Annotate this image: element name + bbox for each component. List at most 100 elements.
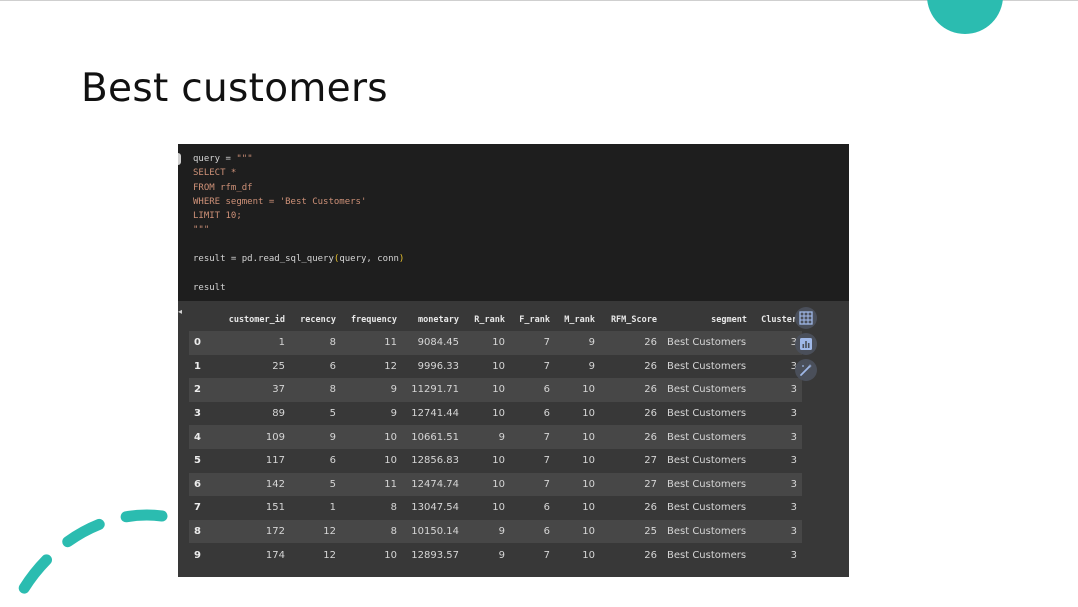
cell-f-rank: 7	[510, 425, 555, 449]
cell-r-rank: 9	[464, 543, 510, 567]
row-index: 8	[189, 519, 213, 544]
column-header[interactable]: F_rank	[510, 309, 555, 331]
cell-run-indicator	[178, 153, 181, 165]
cell-m-rank: 10	[555, 472, 600, 497]
table-view-button[interactable]	[795, 307, 817, 329]
table-row: 1 25 6 12 9996.33 10 7 9 26 Best Custome…	[189, 354, 802, 379]
cell-frequency: 8	[341, 496, 402, 520]
cell-monetary: 11291.71	[402, 378, 464, 402]
cell-m-rank: 10	[555, 401, 600, 426]
cell-customer-id: 1	[213, 331, 290, 355]
table-row: 3 89 5 9 12741.44 10 6 10 26 Best Custom…	[189, 401, 802, 426]
cell-monetary: 10150.14	[402, 519, 464, 544]
cell-rfm-score: 26	[600, 496, 662, 520]
cell-f-rank: 7	[510, 331, 555, 355]
decorative-dashed-arc	[8, 509, 168, 607]
table-row: 8 172 12 8 10150.14 9 6 10 25 Best Custo…	[189, 519, 802, 544]
code-line: """	[193, 225, 210, 236]
cell-segment: Best Customers	[662, 378, 752, 402]
cell-segment: Best Customers	[662, 425, 752, 449]
code-cell[interactable]: query = """ SELECT * FROM rfm_df WHERE s…	[178, 144, 849, 301]
cell-frequency: 10	[341, 425, 402, 449]
cell-customer-id: 172	[213, 519, 290, 544]
cell-monetary: 9996.33	[402, 354, 464, 379]
cell-cluster: 3	[752, 401, 802, 426]
cell-f-rank: 6	[510, 496, 555, 520]
cell-r-rank: 9	[464, 425, 510, 449]
code-token: query, conn	[339, 254, 399, 265]
cell-segment: Best Customers	[662, 543, 752, 567]
chart-suggest-icon	[800, 338, 812, 350]
cell-f-rank: 6	[510, 401, 555, 426]
cell-m-rank: 9	[555, 331, 600, 355]
code-editor[interactable]: query = """ SELECT * FROM rfm_df WHERE s…	[193, 152, 404, 295]
row-index: 7	[189, 496, 213, 520]
row-index: 5	[189, 448, 213, 473]
output-collapse-icon[interactable]: ◂	[178, 307, 182, 316]
cell-rfm-score: 26	[600, 354, 662, 379]
cell-frequency: 11	[341, 331, 402, 355]
column-header[interactable]: RFM_Score	[600, 309, 662, 331]
cell-f-rank: 6	[510, 519, 555, 544]
cell-customer-id: 174	[213, 543, 290, 567]
cell-rfm-score: 26	[600, 331, 662, 355]
column-header[interactable]: R_rank	[464, 309, 510, 331]
column-header[interactable]: customer_id	[213, 309, 290, 331]
column-header[interactable]: frequency	[341, 309, 402, 331]
decorative-teal-circle	[927, 0, 1003, 34]
index-header	[189, 309, 213, 331]
cell-frequency: 9	[341, 378, 402, 402]
column-header[interactable]: monetary	[402, 309, 464, 331]
cell-cluster: 3	[752, 543, 802, 567]
table-row: 9 174 12 10 12893.57 9 7 10 26 Best Cust…	[189, 543, 802, 567]
cell-r-rank: 10	[464, 354, 510, 379]
row-index: 4	[189, 425, 213, 449]
cell-recency: 9	[290, 425, 341, 449]
magic-wand-button[interactable]	[795, 359, 817, 381]
cell-m-rank: 10	[555, 543, 600, 567]
cell-segment: Best Customers	[662, 496, 752, 520]
cell-frequency: 10	[341, 448, 402, 473]
cell-frequency: 9	[341, 401, 402, 426]
cell-segment: Best Customers	[662, 519, 752, 544]
cell-r-rank: 10	[464, 448, 510, 473]
magic-wand-icon	[800, 364, 812, 376]
cell-m-rank: 9	[555, 354, 600, 379]
cell-m-rank: 10	[555, 378, 600, 402]
code-line: WHERE segment = 'Best Customers'	[193, 196, 367, 207]
slide-title: Best customers	[81, 66, 388, 111]
cell-output: ◂ customer_id recency frequency monetary…	[178, 301, 849, 577]
cell-r-rank: 10	[464, 378, 510, 402]
chart-suggest-button[interactable]	[795, 333, 817, 355]
cell-segment: Best Customers	[662, 354, 752, 379]
cell-monetary: 9084.45	[402, 331, 464, 355]
cell-f-rank: 6	[510, 378, 555, 402]
cell-recency: 5	[290, 401, 341, 426]
column-header[interactable]: recency	[290, 309, 341, 331]
cell-r-rank: 9	[464, 519, 510, 544]
code-token: result = pd.read_sql_query	[193, 254, 334, 265]
code-line: SELECT *	[193, 168, 237, 179]
cell-segment: Best Customers	[662, 472, 752, 497]
cell-r-rank: 10	[464, 472, 510, 497]
table-row: 7 151 1 8 13047.54 10 6 10 26 Best Custo…	[189, 496, 802, 520]
cell-frequency: 12	[341, 354, 402, 379]
row-index: 2	[189, 378, 213, 402]
cell-rfm-score: 26	[600, 401, 662, 426]
cell-m-rank: 10	[555, 496, 600, 520]
code-token: query =	[193, 154, 237, 164]
code-line: result	[193, 282, 226, 293]
table-row: 4 109 9 10 10661.51 9 7 10 26 Best Custo…	[189, 425, 802, 449]
cell-customer-id: 89	[213, 401, 290, 426]
cell-recency: 1	[290, 496, 341, 520]
cell-customer-id: 117	[213, 448, 290, 473]
code-token: )	[398, 254, 405, 265]
cell-recency: 8	[290, 378, 341, 402]
cell-r-rank: 10	[464, 331, 510, 355]
cell-rfm-score: 27	[600, 472, 662, 497]
column-header[interactable]: segment	[662, 309, 752, 331]
table-row: 0 1 8 11 9084.45 10 7 9 26 Best Customer…	[189, 331, 802, 355]
cell-frequency: 8	[341, 519, 402, 544]
column-header[interactable]: M_rank	[555, 309, 600, 331]
cell-frequency: 11	[341, 472, 402, 497]
